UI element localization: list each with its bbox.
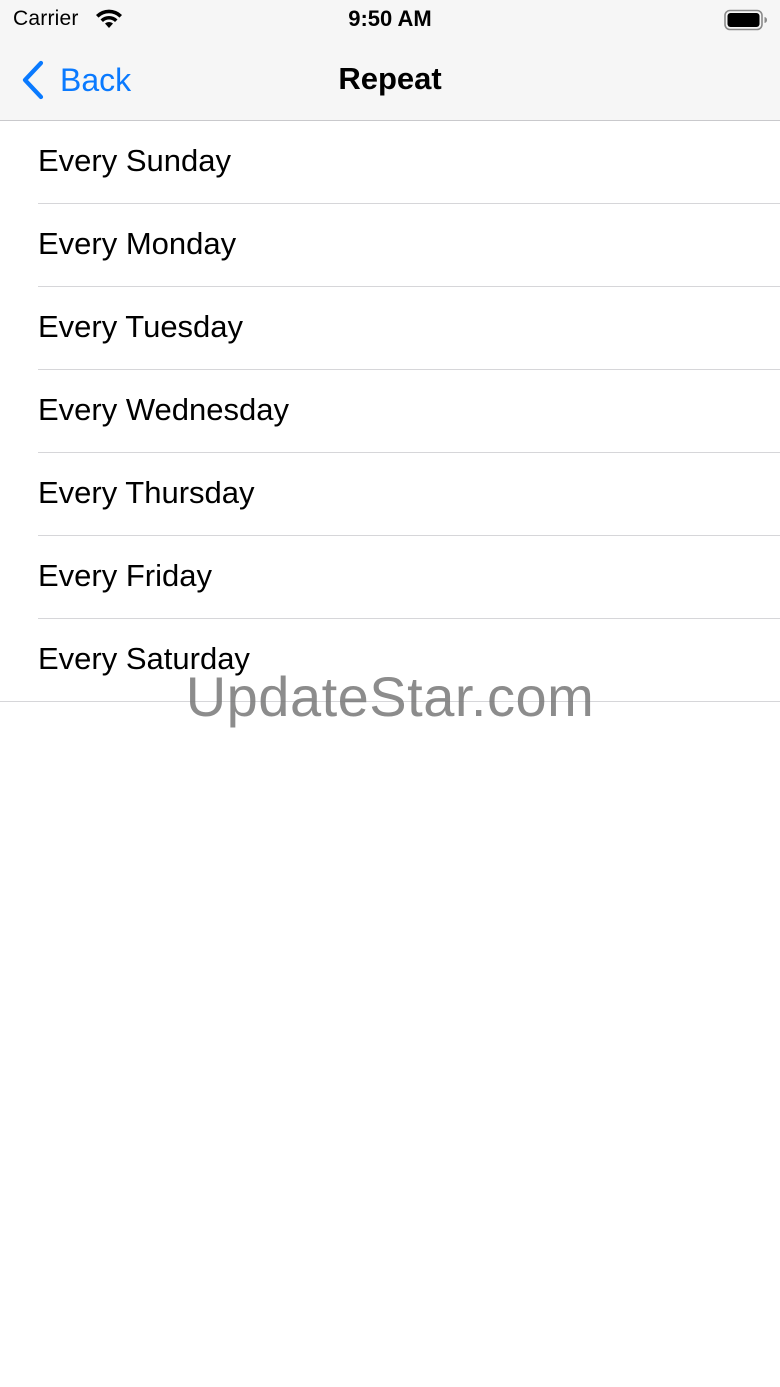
repeat-option-tuesday[interactable]: Every Tuesday	[0, 287, 780, 370]
repeat-option-label: Every Monday	[38, 226, 237, 261]
row-separator	[0, 701, 780, 702]
clock-time: 9:50 AM	[348, 6, 432, 31]
page-title: Repeat	[338, 61, 442, 96]
repeat-option-thursday[interactable]: Every Thursday	[0, 453, 780, 536]
repeat-option-label: Every Tuesday	[38, 309, 244, 344]
repeat-option-label: Every Wednesday	[38, 392, 289, 427]
repeat-option-wednesday[interactable]: Every Wednesday	[0, 370, 780, 453]
screen: Carrier 9:50 AM Back Repeat Every Sunday…	[0, 0, 780, 1387]
top-bars: Carrier 9:50 AM Back Repeat	[0, 0, 780, 121]
status-bar: Carrier 9:50 AM	[0, 0, 780, 40]
repeat-option-sunday[interactable]: Every Sunday	[0, 121, 780, 204]
repeat-option-label: Every Thursday	[38, 475, 255, 510]
repeat-options-list: Every Sunday Every Monday Every Tuesday …	[0, 121, 780, 702]
repeat-option-label: Every Friday	[38, 558, 212, 593]
navigation-bar: Back Repeat	[0, 40, 780, 120]
repeat-option-label: Every Saturday	[38, 641, 250, 676]
repeat-option-friday[interactable]: Every Friday	[0, 536, 780, 619]
repeat-option-monday[interactable]: Every Monday	[0, 204, 780, 287]
repeat-option-saturday[interactable]: Every Saturday	[0, 619, 780, 702]
repeat-option-label: Every Sunday	[38, 143, 231, 178]
battery-icon	[724, 9, 767, 31]
